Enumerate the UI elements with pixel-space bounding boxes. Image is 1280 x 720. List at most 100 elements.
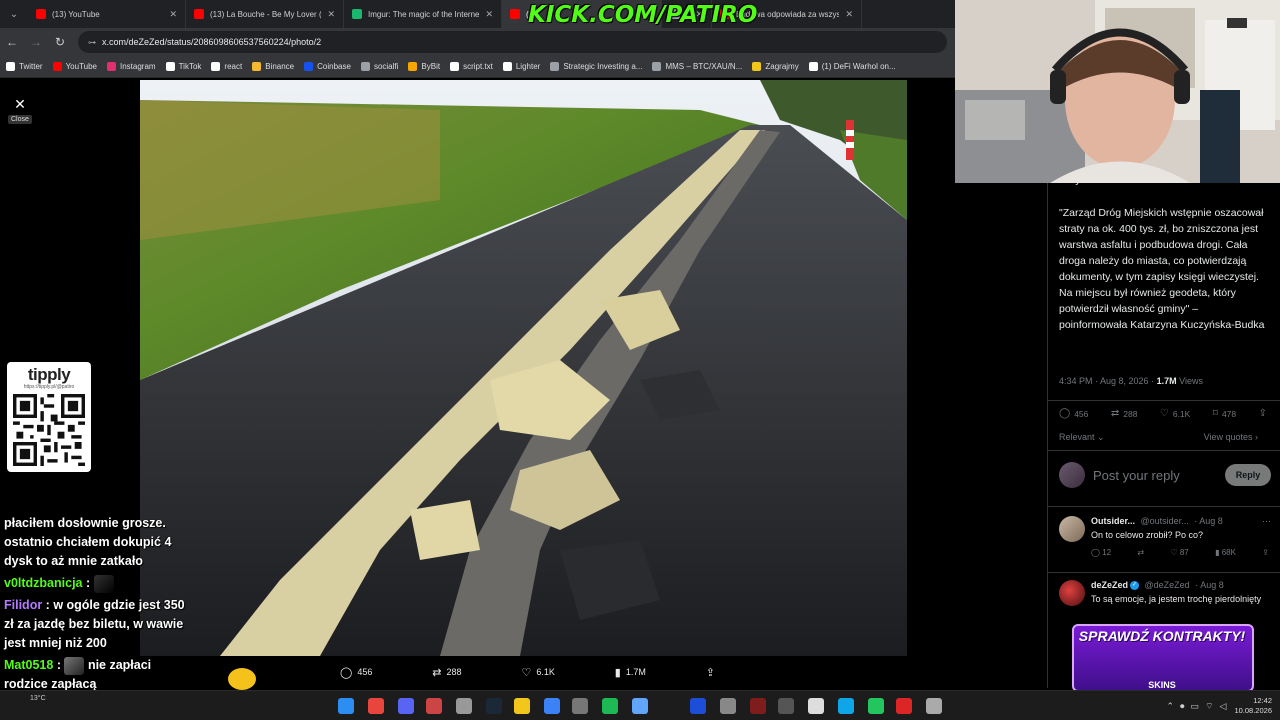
reply-action[interactable]: ◯ 456 — [340, 666, 372, 679]
tipply-qr-card: tipply https://tipply.pl/@patiro — [7, 362, 91, 472]
reply-count: 456 — [357, 667, 373, 677]
views-action[interactable]: ▮ 1.7M — [615, 666, 646, 679]
reply-input[interactable]: Post your reply — [1093, 468, 1225, 483]
app-icon[interactable] — [720, 698, 736, 714]
forward-icon[interactable]: → — [24, 35, 48, 49]
browser-tab[interactable]: (13) La Bouche - Be My Lover (O ✕ — [186, 0, 344, 28]
browser-tab[interactable]: (13) YouTube ✕ — [28, 0, 186, 28]
bookmark-item[interactable]: Instagram — [107, 62, 156, 71]
bookmark-item[interactable]: Twitter — [6, 62, 43, 71]
chrome-icon[interactable] — [368, 698, 384, 714]
close-tab-icon[interactable]: ✕ — [169, 9, 177, 20]
clock[interactable]: 12:42 10.08.2026 — [1234, 696, 1272, 716]
app-icon[interactable] — [456, 698, 472, 714]
discord-icon[interactable] — [398, 698, 414, 714]
bookmark-item[interactable]: TikTok — [165, 62, 201, 71]
bookmark-label: MMS – BTC/XAU/N... — [665, 62, 743, 71]
close-icon[interactable]: ✕ — [10, 94, 30, 114]
app-icon[interactable] — [632, 698, 648, 714]
bookmark-item[interactable]: socialfi — [360, 62, 398, 71]
comment[interactable]: deZeZed ✓ @deZeZed · Aug 8 To są emocje, … — [1059, 580, 1271, 620]
views-stat[interactable]: ▮ 68K — [1215, 548, 1236, 557]
app-icon[interactable] — [808, 698, 824, 714]
bookmark-item[interactable]: Strategic Investing a... — [550, 62, 642, 71]
stream-chat-overlay: płaciłem dosłownie grosze. ostatnio chci… — [4, 514, 196, 697]
app-icon[interactable] — [896, 698, 912, 714]
comment-author-handle[interactable]: @outsider... — [1141, 516, 1189, 526]
tipply-url: https://tipply.pl/@patiro — [23, 384, 75, 390]
avatar[interactable] — [1059, 516, 1085, 542]
app-icon[interactable] — [426, 698, 442, 714]
app-icon[interactable] — [868, 698, 884, 714]
bookmark-item[interactable]: MMS – BTC/XAU/N... — [652, 62, 742, 71]
app-icon[interactable] — [572, 698, 588, 714]
comment-date[interactable]: · Aug 8 — [1194, 516, 1223, 526]
bookmark-item[interactable]: Binance — [252, 62, 294, 71]
tab-search-button[interactable]: ⌄ — [0, 0, 28, 28]
comment-author-handle[interactable]: @deZeZed — [1145, 580, 1190, 590]
bookmark-item[interactable]: ByBit — [408, 62, 440, 71]
comment-author-name[interactable]: Outsider... — [1091, 516, 1135, 526]
tab-favicon-icon — [194, 9, 204, 19]
steam-icon[interactable] — [486, 698, 502, 714]
view-quotes-link[interactable]: View quotes › — [1204, 432, 1258, 442]
app-icon[interactable] — [838, 698, 854, 714]
volume-icon[interactable]: ◁ — [1220, 701, 1227, 712]
app-icon[interactable] — [750, 698, 766, 714]
app-icon[interactable] — [690, 698, 706, 714]
reply-button[interactable]: Reply — [1225, 464, 1271, 486]
comment-view-count: 68K — [1221, 548, 1236, 557]
reply-stat[interactable]: ◯ 12 — [1091, 548, 1111, 557]
share-action[interactable]: ⇪ — [706, 666, 720, 679]
more-icon[interactable]: ⋯ — [1262, 516, 1271, 527]
bookmark-item[interactable]: Zagrajmy — [752, 62, 799, 71]
share-stat[interactable]: ⇪ — [1259, 408, 1271, 419]
bookmark-item[interactable]: script.txt — [450, 62, 493, 71]
browser-tab[interactable]: Imgur: The magic of the Interne ✕ — [344, 0, 502, 28]
tweet-photo[interactable] — [140, 80, 907, 656]
microphone-icon[interactable]: ⏺ — [1180, 701, 1185, 712]
close-tab-icon[interactable]: ✕ — [485, 9, 493, 20]
bookmark-stat[interactable]: ⌑ 478 — [1213, 408, 1236, 419]
bookmark-item[interactable]: (1) DeFi Warhol on... — [808, 62, 896, 71]
comment-author-name[interactable]: deZeZed — [1091, 580, 1128, 590]
bookmark-item[interactable]: YouTube — [52, 62, 97, 71]
repost-icon[interactable]: ⇄ — [1137, 548, 1144, 557]
bookmark-label: Twitter — [19, 62, 43, 71]
app-icon[interactable] — [926, 698, 942, 714]
reload-icon[interactable]: ↻ — [48, 35, 72, 49]
close-tab-icon[interactable]: ✕ — [327, 9, 335, 20]
close-tab-icon[interactable]: ✕ — [845, 9, 853, 20]
chevron-up-icon[interactable]: ⌃ — [1166, 701, 1174, 712]
bookmark-favicon-icon — [360, 62, 370, 71]
back-icon[interactable]: ← — [0, 35, 24, 49]
address-bar[interactable]: ⊶ x.com/deZeZed/status/20860986065375602… — [78, 31, 947, 53]
bookmark-item[interactable]: react — [211, 62, 242, 71]
like-action[interactable]: ♡ 6.1K — [521, 666, 554, 679]
app-icon[interactable] — [544, 698, 560, 714]
network-icon[interactable]: ⌔ — [1205, 701, 1213, 712]
tweet-timestamp[interactable]: 4:34 PM · Aug 8, 2026 · — [1059, 376, 1154, 386]
like-stat[interactable]: ♡ 87 — [1170, 548, 1188, 557]
repost-action[interactable]: ⇄ 288 — [432, 666, 461, 679]
comment-date[interactable]: · Aug 8 — [1195, 580, 1224, 590]
sort-dropdown[interactable]: Relevant ⌄ — [1059, 432, 1105, 443]
reply-stat[interactable]: ◯ 456 — [1059, 408, 1088, 419]
site-info-icon[interactable]: ⊶ — [88, 38, 96, 47]
bookmark-item[interactable]: Lighter — [502, 62, 540, 71]
avatar[interactable] — [1059, 580, 1085, 606]
share-icon[interactable]: ⇪ — [1262, 548, 1269, 557]
repost-count: 288 — [446, 667, 462, 677]
app-icon[interactable] — [778, 698, 794, 714]
battery-icon[interactable]: ▭ — [1191, 701, 1200, 712]
weather-widget[interactable]: 13°C — [30, 695, 46, 702]
bookmark-item[interactable]: Coinbase — [304, 62, 351, 71]
like-stat[interactable]: ♡ 6.1K — [1160, 408, 1190, 419]
comment[interactable]: Outsider... @outsider... · Aug 8 ⋯ On to… — [1059, 516, 1271, 566]
file-explorer-icon[interactable] — [514, 698, 530, 714]
spotify-icon[interactable] — [602, 698, 618, 714]
repost-stat[interactable]: ⇄ 288 — [1111, 408, 1138, 419]
chat-username: Mat0518 — [4, 658, 54, 672]
windows-start-icon[interactable] — [338, 698, 354, 714]
bookmark-favicon-icon — [502, 62, 512, 71]
